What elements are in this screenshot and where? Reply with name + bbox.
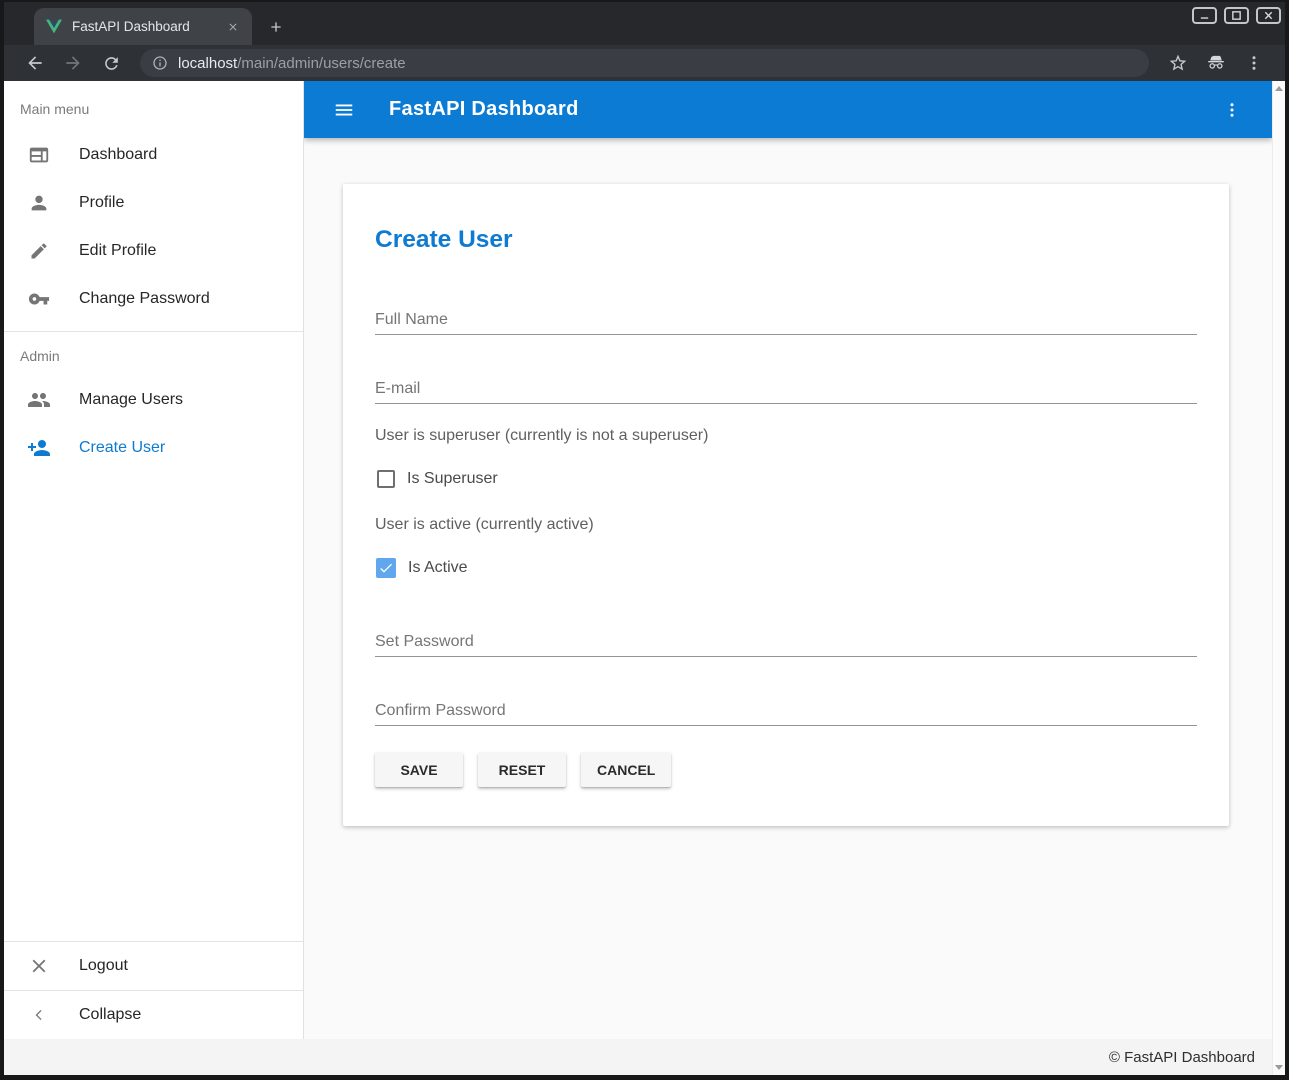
browser-toolbar: localhost/main/admin/users/create xyxy=(4,45,1285,81)
url-host: localhost xyxy=(178,55,237,72)
vue-logo-icon xyxy=(46,19,62,34)
is-active-checkbox[interactable]: Is Active xyxy=(375,554,1197,582)
new-tab-button[interactable] xyxy=(262,13,290,41)
sidebar-item-label: Collapse xyxy=(79,1006,141,1024)
page-info-icon[interactable] xyxy=(152,55,168,71)
chevron-left-icon xyxy=(27,1005,51,1025)
key-icon xyxy=(27,288,51,310)
sidebar-item-change-password[interactable]: Change Password xyxy=(4,275,303,323)
sidebar-item-label: Dashboard xyxy=(79,146,157,164)
back-icon[interactable] xyxy=(24,52,46,74)
set-password-field[interactable] xyxy=(375,628,1197,657)
sidebar-item-dashboard[interactable]: Dashboard xyxy=(4,131,303,179)
hamburger-menu-icon[interactable] xyxy=(332,98,356,122)
appbar-title: FastAPI Dashboard xyxy=(389,98,579,121)
reset-button[interactable]: RESET xyxy=(478,752,566,787)
save-button[interactable]: SAVE xyxy=(375,752,463,787)
bookmark-star-icon[interactable] xyxy=(1167,52,1189,74)
browser-tab-strip: FastAPI Dashboard xyxy=(4,0,1285,45)
window-controls xyxy=(1192,7,1281,24)
tab-title: FastAPI Dashboard xyxy=(72,19,224,34)
sidebar-item-collapse[interactable]: Collapse xyxy=(4,991,303,1039)
checkbox-label: Is Superuser xyxy=(407,470,498,488)
email-field[interactable] xyxy=(375,375,1197,404)
superuser-hint: User is superuser (currently is not a su… xyxy=(375,427,1197,445)
forward-icon[interactable] xyxy=(62,52,84,74)
sidebar: Main menu Dashboard Profile xyxy=(4,81,304,1039)
sidebar-item-label: Profile xyxy=(79,194,124,212)
sidebar-section-header-admin: Admin xyxy=(4,332,303,376)
app-bar: FastAPI Dashboard xyxy=(304,81,1272,138)
page-footer: © FastAPI Dashboard xyxy=(4,1039,1272,1075)
dashboard-icon xyxy=(27,144,51,166)
checkbox-unchecked-icon xyxy=(377,470,395,488)
checkbox-label: Is Active xyxy=(408,559,468,577)
create-user-card: Create User User is superuser (currently… xyxy=(343,184,1229,826)
sidebar-item-edit-profile[interactable]: Edit Profile xyxy=(4,227,303,275)
minimize-button[interactable] xyxy=(1192,7,1217,24)
page-viewport: Main menu Dashboard Profile xyxy=(4,81,1285,1075)
full-name-field[interactable] xyxy=(375,306,1197,335)
page-title: Create User xyxy=(375,184,1197,254)
person-add-icon xyxy=(27,436,51,460)
sidebar-item-profile[interactable]: Profile xyxy=(4,179,303,227)
copyright-text: © FastAPI Dashboard xyxy=(1109,1049,1255,1066)
sidebar-item-label: Logout xyxy=(79,957,128,975)
person-icon xyxy=(27,192,51,214)
form-actions: SAVE RESET CANCEL xyxy=(375,752,1197,787)
cancel-button[interactable]: CANCEL xyxy=(581,752,671,787)
sidebar-section-header-main-menu: Main menu xyxy=(4,81,303,131)
close-icon xyxy=(27,955,51,977)
sidebar-item-label: Change Password xyxy=(79,290,210,308)
pencil-icon xyxy=(27,241,51,261)
sidebar-item-manage-users[interactable]: Manage Users xyxy=(4,376,303,424)
main-area: FastAPI Dashboard Create User User is su… xyxy=(304,81,1272,1039)
checkbox-checked-icon xyxy=(376,558,396,578)
url-path: /main/admin/users/create xyxy=(237,55,405,72)
people-icon xyxy=(27,388,51,412)
sidebar-item-logout[interactable]: Logout xyxy=(4,942,303,990)
scroll-up-arrow-icon[interactable] xyxy=(1275,86,1283,91)
appbar-menu-icon[interactable] xyxy=(1220,98,1244,122)
sidebar-item-label: Manage Users xyxy=(79,391,183,409)
address-bar[interactable]: localhost/main/admin/users/create xyxy=(140,49,1149,77)
sidebar-item-label: Create User xyxy=(79,439,165,457)
browser-window: FastAPI Dashboard xyxy=(0,0,1289,1080)
scroll-down-arrow-icon[interactable] xyxy=(1275,1065,1283,1070)
browser-menu-icon[interactable] xyxy=(1243,52,1265,74)
confirm-password-field[interactable] xyxy=(375,697,1197,726)
content-area: Create User User is superuser (currently… xyxy=(304,138,1272,1039)
page-scrollbar[interactable] xyxy=(1272,81,1285,1075)
is-superuser-checkbox[interactable]: Is Superuser xyxy=(375,465,1197,493)
close-window-button[interactable] xyxy=(1256,7,1281,24)
sidebar-item-create-user[interactable]: Create User xyxy=(4,424,303,472)
browser-tab[interactable]: FastAPI Dashboard xyxy=(34,8,252,45)
maximize-button[interactable] xyxy=(1224,7,1249,24)
tab-close-icon[interactable] xyxy=(224,18,242,36)
reload-icon[interactable] xyxy=(100,52,122,74)
active-hint: User is active (currently active) xyxy=(375,516,1197,534)
incognito-icon xyxy=(1205,52,1227,74)
sidebar-item-label: Edit Profile xyxy=(79,242,156,260)
